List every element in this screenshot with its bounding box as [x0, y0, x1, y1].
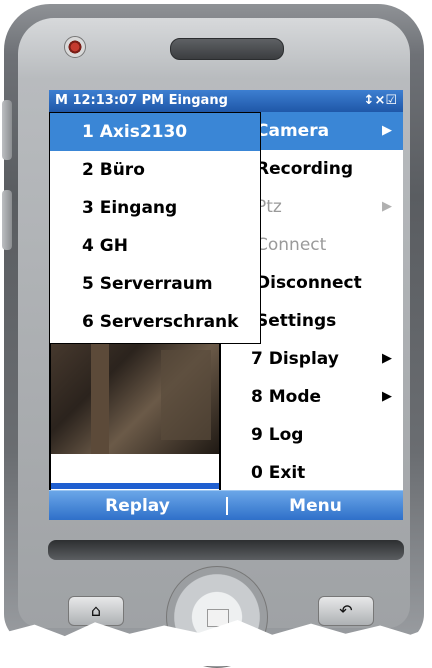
menu-item-label: 9 Log [251, 425, 304, 445]
side-button-lower[interactable] [2, 190, 12, 250]
replay-softkey[interactable]: Replay [49, 491, 226, 520]
menu-item-label: Disconnect [256, 273, 362, 293]
camera-video-view[interactable] [51, 330, 219, 455]
menu-item-label: Recording [256, 159, 354, 179]
menu-item-label: Settings [256, 311, 337, 331]
menu-item-log[interactable]: 9 Log [221, 416, 403, 454]
menu-item-label: Connect [256, 235, 327, 255]
lower-bezel-band [48, 540, 404, 560]
speaker-grille [170, 38, 284, 60]
camera-item-serverschrank[interactable]: 6 Serverschrank [50, 303, 260, 341]
menu-item-label: Camera [256, 121, 330, 141]
chevron-right-icon: ▶ [382, 123, 392, 138]
back-icon[interactable]: ↶ [318, 596, 374, 626]
menu-item-display[interactable]: 7 Display ▶ [221, 340, 403, 378]
phone-screen: M 12:13:07 PM Eingang ↕×☑ Camera ▶ Recor… [49, 90, 403, 520]
menu-item-label: 0 Exit [251, 463, 306, 483]
status-icons: ↕×☑ [363, 93, 397, 108]
camera-item-eingang[interactable]: 3 Eingang [50, 189, 260, 227]
title-text: M 12:13:07 PM Eingang [55, 93, 228, 108]
camera-item-gh[interactable]: 4 GH [50, 227, 260, 265]
home-icon[interactable]: ⌂ [68, 596, 124, 626]
camera-item-axis2130[interactable]: 1 Axis2130 [50, 113, 260, 151]
menu-softkey[interactable]: Menu [228, 491, 403, 520]
chevron-right-icon: ▶ [382, 199, 392, 214]
menu-item-label: 7 Display [251, 349, 339, 369]
camera-submenu: 1 Axis2130 2 Büro 3 Eingang 4 GH 5 Serve… [49, 112, 261, 344]
side-button-upper[interactable] [2, 100, 12, 160]
chevron-right-icon: ▶ [382, 389, 392, 404]
menu-item-label: 8 Mode [251, 387, 322, 407]
camera-item-serverraum[interactable]: 5 Serverraum [50, 265, 260, 303]
menu-item-exit[interactable]: 0 Exit [221, 454, 403, 492]
title-bar: M 12:13:07 PM Eingang ↕×☑ [49, 90, 403, 112]
video-progress-bar [51, 483, 219, 489]
power-button[interactable] [64, 36, 86, 58]
softkey-bar: Replay Menu [49, 490, 403, 520]
camera-item-buero[interactable]: 2 Büro [50, 151, 260, 189]
menu-item-mode[interactable]: 8 Mode ▶ [221, 378, 403, 416]
chevron-right-icon: ▶ [382, 351, 392, 366]
